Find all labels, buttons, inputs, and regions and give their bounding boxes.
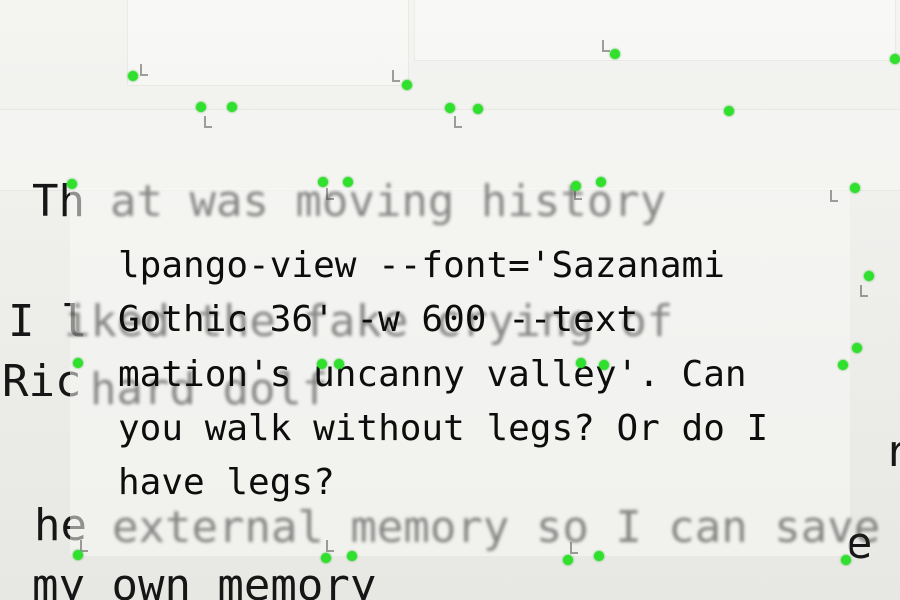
background-text-line: my own memory: [32, 560, 377, 600]
green-marker-dot: [599, 360, 609, 370]
green-marker-dot: [838, 360, 848, 370]
green-marker-dot: [347, 551, 357, 561]
focused-text-line: lpango-view --font='Sazanami: [118, 245, 725, 286]
green-marker-dot: [227, 102, 237, 112]
green-marker-dot: [576, 358, 586, 368]
corner-tick-mark: [326, 540, 334, 552]
green-marker-dot: [724, 106, 734, 116]
green-marker-dot: [841, 555, 851, 565]
paper-sheet: [128, 0, 408, 85]
green-marker-dot: [196, 102, 206, 112]
corner-tick-mark: [602, 40, 610, 52]
green-marker-dot: [596, 177, 606, 187]
green-marker-dot: [128, 71, 138, 81]
green-marker-dot: [850, 183, 860, 193]
corner-tick-mark: [570, 542, 578, 554]
blurred-text-line: external memory so I can save: [112, 502, 881, 553]
green-marker-dot: [594, 551, 604, 561]
corner-tick-mark: [454, 116, 462, 128]
green-marker-dot: [73, 550, 83, 560]
corner-tick-mark: [204, 116, 212, 128]
green-marker-dot: [334, 359, 344, 369]
green-marker-dot: [852, 343, 862, 353]
blurred-text-line: at was moving history: [110, 176, 667, 227]
green-marker-dot: [321, 553, 331, 563]
corner-tick-mark: [326, 188, 334, 200]
green-marker-dot: [571, 181, 581, 191]
focused-text-line: have legs?: [118, 462, 335, 503]
green-marker-dot: [445, 103, 455, 113]
focused-text-line: you walk without legs? Or do I: [118, 408, 769, 449]
green-marker-dot: [563, 555, 573, 565]
green-marker-dot: [890, 54, 900, 64]
green-marker-dot: [67, 179, 77, 189]
green-marker-dot: [402, 80, 412, 90]
background-text-line: r: [884, 426, 900, 477]
paper-sheet: [415, 0, 895, 60]
corner-tick-mark: [830, 190, 838, 202]
corner-tick-mark: [140, 64, 148, 76]
photo-scene: Th I l Ric he my own memory e r at was m…: [0, 0, 900, 600]
focused-text-line: Gothic 36' -w 600 --text: [118, 299, 639, 340]
green-marker-dot: [73, 358, 83, 368]
corner-tick-mark: [392, 70, 400, 82]
focused-text-line: mation's uncanny valley'. Can: [118, 354, 747, 395]
green-marker-dot: [473, 104, 483, 114]
green-marker-dot: [317, 359, 327, 369]
corner-tick-mark: [860, 285, 868, 297]
green-marker-dot: [610, 49, 620, 59]
green-marker-dot: [864, 271, 874, 281]
green-marker-dot: [343, 177, 353, 187]
green-marker-dot: [318, 177, 328, 187]
